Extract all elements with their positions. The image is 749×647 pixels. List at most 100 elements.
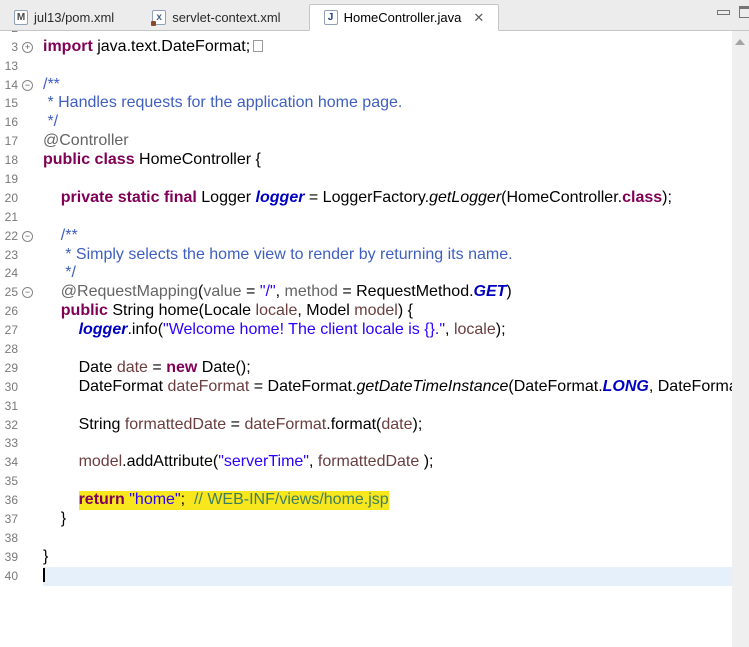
code-text[interactable]: private static final Logger logger = Log… bbox=[43, 189, 749, 208]
line-number: 16 bbox=[4, 115, 18, 130]
fold-collapse-icon[interactable]: − bbox=[22, 79, 33, 91]
code-line[interactable]: 37 } bbox=[0, 510, 749, 529]
code-text[interactable]: public class HomeController { bbox=[43, 151, 749, 170]
tab-homecontroller-java[interactable]: J HomeController.java ✕ bbox=[308, 4, 500, 31]
code-text[interactable]: String formattedDate = dateFormat.format… bbox=[43, 416, 749, 435]
tab-pom-xml[interactable]: M jul13/pom.xml bbox=[0, 5, 128, 30]
code-line[interactable]: 38 bbox=[0, 529, 749, 548]
fold-gutter bbox=[18, 378, 43, 397]
code-text[interactable] bbox=[43, 397, 749, 416]
code-text[interactable] bbox=[43, 208, 749, 227]
code-token: */ bbox=[43, 264, 76, 282]
code-line[interactable]: 21 bbox=[0, 208, 749, 227]
code-line[interactable]: 16 */ bbox=[0, 113, 749, 132]
code-token: import bbox=[43, 37, 93, 55]
code-text[interactable]: Date date = new Date(); bbox=[43, 359, 749, 378]
line-number: 31 bbox=[4, 398, 18, 413]
code-line[interactable]: 22− /** bbox=[0, 227, 749, 246]
code-text[interactable] bbox=[43, 57, 749, 76]
eclipse-editor-window: M jul13/pom.xml x servlet-context.xml J … bbox=[0, 0, 749, 647]
line-number: 19 bbox=[4, 172, 18, 187]
code-line[interactable]: 31 bbox=[0, 397, 749, 416]
fold-gutter bbox=[18, 94, 43, 113]
code-editor[interactable]: 1package com.phyho.web;23+import java.te… bbox=[0, 0, 749, 586]
maximize-icon[interactable] bbox=[739, 6, 749, 18]
fold-gutter bbox=[18, 246, 43, 265]
code-line[interactable]: 25− @RequestMapping(value = "/", method … bbox=[0, 283, 749, 302]
code-text[interactable] bbox=[43, 566, 749, 586]
line-number: 32 bbox=[4, 417, 18, 432]
close-icon[interactable]: ✕ bbox=[473, 11, 484, 24]
code-line[interactable]: 29 Date date = new Date(); bbox=[0, 359, 749, 378]
code-line[interactable]: 15 * Handles requests for the applicatio… bbox=[0, 94, 749, 113]
code-line[interactable]: 14−/** bbox=[0, 76, 749, 95]
code-line[interactable]: 30 DateFormat dateFormat = DateFormat.ge… bbox=[0, 378, 749, 397]
fold-expand-icon[interactable]: + bbox=[22, 41, 33, 53]
code-text[interactable]: return "home"; // WEB-INF/views/home.jsp bbox=[43, 491, 749, 511]
code-line[interactable]: 19 bbox=[0, 170, 749, 189]
code-line[interactable]: 36 return "home"; // WEB-INF/views/home.… bbox=[0, 491, 749, 511]
code-text[interactable] bbox=[43, 340, 749, 359]
code-text[interactable]: @Controller bbox=[43, 132, 749, 151]
tab-label: servlet-context.xml bbox=[172, 10, 281, 25]
code-text[interactable] bbox=[43, 170, 749, 189]
code-text[interactable]: /** bbox=[43, 76, 749, 95]
code-text[interactable]: } bbox=[43, 548, 749, 567]
code-text[interactable]: */ bbox=[43, 264, 749, 283]
vertical-scrollbar[interactable] bbox=[732, 31, 749, 647]
code-text[interactable] bbox=[43, 529, 749, 548]
code-line[interactable]: 18 public class HomeController { bbox=[0, 151, 749, 170]
code-token: = bbox=[226, 415, 245, 433]
code-line[interactable]: 39} bbox=[0, 548, 749, 567]
code-text[interactable]: DateFormat dateFormat = DateFormat.getDa… bbox=[43, 378, 749, 397]
code-token: locale bbox=[255, 302, 298, 320]
code-text[interactable]: logger.info("Welcome home! The client lo… bbox=[43, 321, 749, 340]
code-text[interactable]: import java.text.DateFormat; bbox=[43, 38, 749, 57]
code-line[interactable]: 40 bbox=[0, 566, 749, 586]
fold-gutter bbox=[18, 434, 43, 453]
line-number: 13 bbox=[4, 58, 18, 73]
code-line[interactable]: 27 logger.info("Welcome home! The client… bbox=[0, 321, 749, 340]
code-text[interactable]: } bbox=[43, 510, 749, 529]
line-number: 21 bbox=[4, 209, 18, 224]
code-text[interactable] bbox=[43, 472, 749, 491]
code-text[interactable]: public String home(Locale locale, Model … bbox=[43, 302, 749, 321]
code-line[interactable]: 28 bbox=[0, 340, 749, 359]
code-line[interactable]: 13 bbox=[0, 57, 749, 76]
code-text[interactable]: /** bbox=[43, 227, 749, 246]
code-line[interactable]: 24 */ bbox=[0, 264, 749, 283]
line-number: 37 bbox=[4, 512, 18, 527]
code-text[interactable]: model.addAttribute("serverTime", formatt… bbox=[43, 453, 749, 472]
code-line[interactable]: 20 private static final Logger logger = … bbox=[0, 189, 749, 208]
code-text[interactable]: * Simply selects the home view to render… bbox=[43, 246, 749, 265]
fold-gutter bbox=[18, 548, 43, 567]
code-token: getLogger bbox=[429, 188, 502, 206]
code-line[interactable]: 32 String formattedDate = dateFormat.for… bbox=[0, 416, 749, 435]
code-token: "Welcome home! The client locale is {}." bbox=[163, 321, 446, 339]
code-line[interactable]: 35 bbox=[0, 472, 749, 491]
code-text[interactable]: @RequestMapping(value = "/", method = Re… bbox=[43, 283, 749, 302]
code-line[interactable]: 23 * Simply selects the home view to ren… bbox=[0, 246, 749, 265]
code-text[interactable]: */ bbox=[43, 113, 749, 132]
code-line[interactable]: 34 model.addAttribute("serverTime", form… bbox=[0, 453, 749, 472]
code-text[interactable]: * Handles requests for the application h… bbox=[43, 94, 749, 113]
fold-collapse-icon[interactable]: − bbox=[22, 230, 33, 242]
code-token: .info( bbox=[127, 321, 164, 339]
code-token: method bbox=[284, 283, 338, 301]
code-line[interactable]: 33 bbox=[0, 434, 749, 453]
code-line[interactable]: 3 + import java.text.DateFormat; bbox=[0, 38, 749, 57]
xml-file-icon: x bbox=[151, 10, 167, 26]
code-token: (DateFormat. bbox=[508, 377, 603, 395]
fold-gutter bbox=[18, 416, 43, 435]
fold-collapse-icon[interactable]: − bbox=[22, 287, 33, 299]
code-line[interactable]: 17 @Controller bbox=[0, 132, 749, 151]
code-token: = RequestMethod. bbox=[337, 283, 474, 301]
minimize-icon[interactable] bbox=[717, 10, 730, 15]
code-token: } bbox=[43, 547, 49, 565]
scroll-up-icon[interactable] bbox=[735, 39, 745, 45]
tab-servlet-context-xml[interactable]: x servlet-context.xml bbox=[138, 5, 294, 30]
code-text[interactable] bbox=[43, 434, 749, 453]
code-line[interactable]: 26 public String home(Locale locale, Mod… bbox=[0, 302, 749, 321]
